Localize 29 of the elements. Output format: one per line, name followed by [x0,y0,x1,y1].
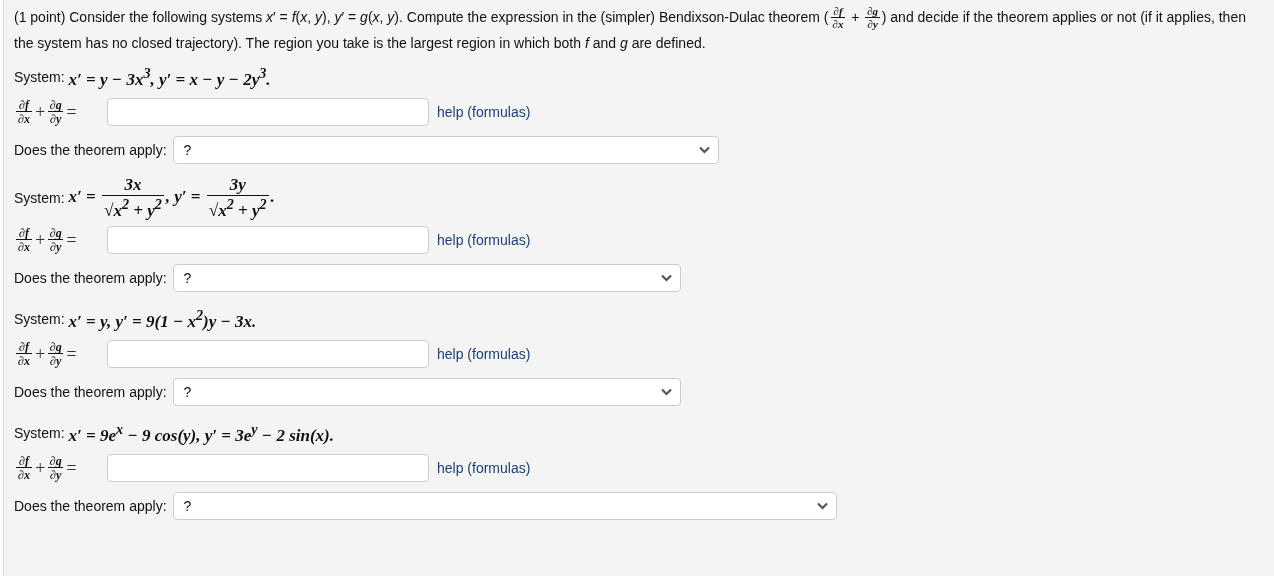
question-label: Does the theorem apply: [14,384,167,401]
system-formula: x′ = y − 3x$^{3}$, y′ = x − y − 2y$^{3}$. [68,64,271,90]
help-link[interactable]: help (formulas) [437,232,531,249]
system-formula: x′ = 3x √x$^{2}$ + y$^{2}$ , y′ = 3y √x$^{2}$ + y$^{2}$ . [68,176,275,221]
system-label: System: [14,425,65,442]
theorem-select[interactable]: ? [172,378,681,407]
chevron-down-icon [660,388,672,397]
answer-field[interactable] [107,454,429,483]
question-label: Does the theorem apply: [14,270,167,287]
question-label: Does the theorem apply: [14,498,167,515]
answer-field[interactable] [107,98,429,127]
chevron-down-icon [816,502,828,511]
theorem-select[interactable]: ? [172,492,837,521]
system-formula: x′ = y, y′ = 9(1 − x$^{2}$)y − 3x. [68,307,257,332]
theorem-select[interactable]: ? [172,136,719,165]
system-formula: x′ = 9e$^{x}$ − 9 cos(y), y′ = 3e$^{y}$ − 2 sin(x). [68,421,335,446]
system-label: System: [14,311,65,328]
chevron-down-icon [660,274,672,283]
question-label: Does the theorem apply: [14,142,167,159]
system-label: System: [14,69,65,86]
theorem-select[interactable]: ? [172,264,681,293]
answer-field[interactable] [107,226,429,255]
instructions-text: (1 point) Consider the following systems x′ = f(x, y), y′ = g(x, y). Compute the expression in the (simpler) Bendixson-Dulac theorem ( ∂f ∂x + ∂g ∂y ) and decide if the theorem applies or not (if it applies, then the system has no closed trajectory). The region you take is the largest region in which both f and g are defined. [14,4,1247,54]
answer-field[interactable] [107,340,429,369]
help-link[interactable]: help (formulas) [437,346,531,363]
system-label: System: [14,190,65,207]
help-link[interactable]: help (formulas) [437,460,531,477]
help-link[interactable]: help (formulas) [437,104,531,121]
chevron-down-icon [698,146,710,155]
